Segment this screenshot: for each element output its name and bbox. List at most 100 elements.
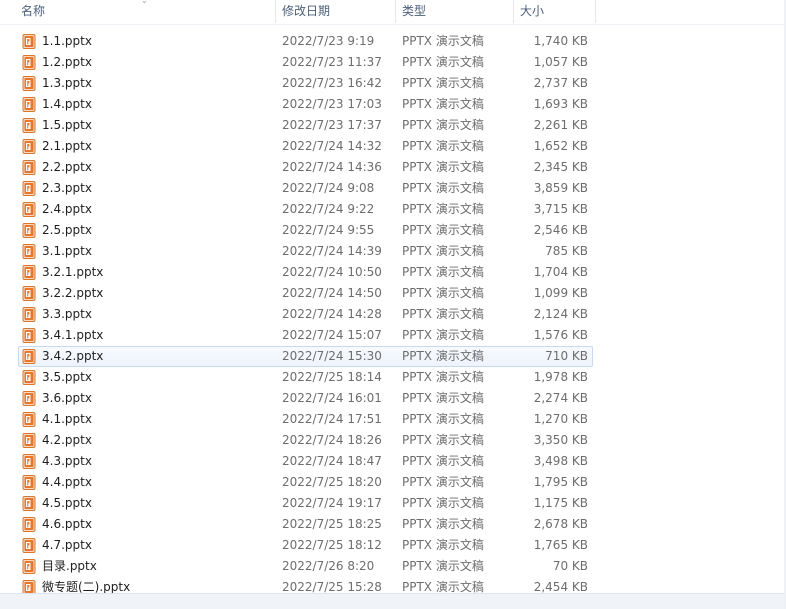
- powerpoint-file-icon: [22, 433, 36, 448]
- file-modified-date: 2022/7/23 17:03: [282, 97, 382, 111]
- file-name: 2.3.pptx: [42, 181, 92, 195]
- file-row[interactable]: 4.4.pptx 2022/7/25 18:20 PPTX 演示文稿 1,795…: [0, 472, 786, 493]
- powerpoint-file-icon: [22, 139, 36, 154]
- file-modified-date: 2022/7/23 9:19: [282, 34, 375, 48]
- column-header-date[interactable]: 修改日期: [276, 0, 396, 23]
- file-row[interactable]: 4.6.pptx 2022/7/25 18:25 PPTX 演示文稿 2,678…: [0, 514, 786, 535]
- file-type: PPTX 演示文稿: [402, 139, 484, 153]
- file-modified-date: 2022/7/24 17:51: [282, 412, 382, 426]
- file-type: PPTX 演示文稿: [402, 265, 484, 279]
- powerpoint-file-icon: [22, 223, 36, 238]
- file-row[interactable]: 2.3.pptx 2022/7/24 9:08 PPTX 演示文稿 3,859 …: [0, 178, 786, 199]
- file-row[interactable]: 1.5.pptx 2022/7/23 17:37 PPTX 演示文稿 2,261…: [0, 115, 786, 136]
- file-type: PPTX 演示文稿: [402, 160, 484, 174]
- file-list: 1.1.pptx 2022/7/23 9:19 PPTX 演示文稿 1,740 …: [0, 31, 786, 598]
- file-row[interactable]: 4.5.pptx 2022/7/24 19:17 PPTX 演示文稿 1,175…: [0, 493, 786, 514]
- file-size: 785 KB: [545, 244, 588, 258]
- file-row[interactable]: 1.1.pptx 2022/7/23 9:19 PPTX 演示文稿 1,740 …: [0, 31, 786, 52]
- powerpoint-file-icon: [22, 538, 36, 553]
- powerpoint-file-icon: [22, 244, 36, 259]
- powerpoint-file-icon: [22, 286, 36, 301]
- file-name: 2.2.pptx: [42, 160, 92, 174]
- horizontal-scrollbar[interactable]: [0, 593, 786, 609]
- file-row[interactable]: 3.2.2.pptx 2022/7/24 14:50 PPTX 演示文稿 1,0…: [0, 283, 786, 304]
- file-size: 1,765 KB: [533, 538, 588, 552]
- file-type: PPTX 演示文稿: [402, 97, 484, 111]
- powerpoint-file-icon: [22, 181, 36, 196]
- file-type: PPTX 演示文稿: [402, 34, 484, 48]
- file-name: 2.1.pptx: [42, 139, 92, 153]
- file-row[interactable]: 3.2.1.pptx 2022/7/24 10:50 PPTX 演示文稿 1,7…: [0, 262, 786, 283]
- file-name: 3.3.pptx: [42, 307, 92, 321]
- file-row[interactable]: 1.3.pptx 2022/7/23 16:42 PPTX 演示文稿 2,737…: [0, 73, 786, 94]
- column-header-type[interactable]: 类型: [396, 0, 514, 23]
- file-size: 1,576 KB: [533, 328, 588, 342]
- file-row[interactable]: 4.3.pptx 2022/7/24 18:47 PPTX 演示文稿 3,498…: [0, 451, 786, 472]
- powerpoint-file-icon: [22, 370, 36, 385]
- file-type: PPTX 演示文稿: [402, 328, 484, 342]
- file-row[interactable]: 2.1.pptx 2022/7/24 14:32 PPTX 演示文稿 1,652…: [0, 136, 786, 157]
- file-modified-date: 2022/7/24 16:01: [282, 391, 382, 405]
- file-size: 1,978 KB: [533, 370, 588, 384]
- file-row[interactable]: 3.6.pptx 2022/7/24 16:01 PPTX 演示文稿 2,274…: [0, 388, 786, 409]
- file-row[interactable]: 2.5.pptx 2022/7/24 9:55 PPTX 演示文稿 2,546 …: [0, 220, 786, 241]
- column-divider[interactable]: [595, 0, 596, 23]
- file-row[interactable]: 3.1.pptx 2022/7/24 14:39 PPTX 演示文稿 785 K…: [0, 241, 786, 262]
- file-name: 4.1.pptx: [42, 412, 92, 426]
- column-header-name[interactable]: 名称: [15, 0, 275, 23]
- file-type: PPTX 演示文稿: [402, 118, 484, 132]
- file-row[interactable]: 目录.pptx 2022/7/26 8:20 PPTX 演示文稿 70 KB: [0, 556, 786, 577]
- file-type: PPTX 演示文稿: [402, 181, 484, 195]
- file-row[interactable]: 4.7.pptx 2022/7/25 18:12 PPTX 演示文稿 1,765…: [0, 535, 786, 556]
- file-modified-date: 2022/7/24 14:50: [282, 286, 382, 300]
- file-name: 4.2.pptx: [42, 433, 92, 447]
- file-row[interactable]: 4.2.pptx 2022/7/24 18:26 PPTX 演示文稿 3,350…: [0, 430, 786, 451]
- file-size: 2,737 KB: [533, 76, 588, 90]
- file-size: 1,057 KB: [533, 55, 588, 69]
- powerpoint-file-icon: [22, 307, 36, 322]
- file-row[interactable]: 1.4.pptx 2022/7/23 17:03 PPTX 演示文稿 1,693…: [0, 94, 786, 115]
- file-row[interactable]: 2.4.pptx 2022/7/24 9:22 PPTX 演示文稿 3,715 …: [0, 199, 786, 220]
- file-row[interactable]: 3.3.pptx 2022/7/24 14:28 PPTX 演示文稿 2,124…: [0, 304, 786, 325]
- file-type: PPTX 演示文稿: [402, 559, 484, 573]
- file-row[interactable]: 4.1.pptx 2022/7/24 17:51 PPTX 演示文稿 1,270…: [0, 409, 786, 430]
- powerpoint-file-icon: [22, 328, 36, 343]
- file-row[interactable]: 1.2.pptx 2022/7/23 11:37 PPTX 演示文稿 1,057…: [0, 52, 786, 73]
- file-name: 2.4.pptx: [42, 202, 92, 216]
- file-row[interactable]: 3.5.pptx 2022/7/25 18:14 PPTX 演示文稿 1,978…: [0, 367, 786, 388]
- file-modified-date: 2022/7/25 18:12: [282, 538, 382, 552]
- file-name: 4.5.pptx: [42, 496, 92, 510]
- file-type: PPTX 演示文稿: [402, 307, 484, 321]
- file-row[interactable]: 2.2.pptx 2022/7/24 14:36 PPTX 演示文稿 2,345…: [0, 157, 786, 178]
- column-header-size[interactable]: 大小: [514, 0, 596, 23]
- file-modified-date: 2022/7/25 18:14: [282, 370, 382, 384]
- powerpoint-file-icon: [22, 118, 36, 133]
- file-row[interactable]: 3.4.1.pptx 2022/7/24 15:07 PPTX 演示文稿 1,5…: [0, 325, 786, 346]
- file-modified-date: 2022/7/23 17:37: [282, 118, 382, 132]
- file-name: 3.4.2.pptx: [42, 349, 104, 363]
- file-name: 3.4.1.pptx: [42, 328, 104, 342]
- file-name: 1.3.pptx: [42, 76, 92, 90]
- file-size: 1,270 KB: [533, 412, 588, 426]
- file-modified-date: 2022/7/24 14:32: [282, 139, 382, 153]
- file-name: 目录.pptx: [42, 559, 97, 573]
- file-name: 3.6.pptx: [42, 391, 92, 405]
- file-type: PPTX 演示文稿: [402, 55, 484, 69]
- file-name: 4.7.pptx: [42, 538, 92, 552]
- file-size: 2,345 KB: [533, 160, 588, 174]
- file-size: 2,678 KB: [533, 517, 588, 531]
- powerpoint-file-icon: [22, 160, 36, 175]
- powerpoint-file-icon: [22, 517, 36, 532]
- file-modified-date: 2022/7/24 14:28: [282, 307, 382, 321]
- file-type: PPTX 演示文稿: [402, 454, 484, 468]
- file-modified-date: 2022/7/23 16:42: [282, 76, 382, 90]
- file-size: 2,546 KB: [533, 223, 588, 237]
- file-explorer-window: ⌄ 名称 修改日期 类型 大小 1.1.pptx 2022/7/23 9:19 …: [0, 0, 786, 609]
- file-modified-date: 2022/7/25 18:20: [282, 475, 382, 489]
- file-name: 4.4.pptx: [42, 475, 92, 489]
- file-size: 70 KB: [552, 559, 588, 573]
- file-size: 710 KB: [545, 349, 588, 363]
- file-row[interactable]: 3.4.2.pptx 2022/7/24 15:30 PPTX 演示文稿 710…: [0, 346, 786, 367]
- file-name: 4.6.pptx: [42, 517, 92, 531]
- file-type: PPTX 演示文稿: [402, 202, 484, 216]
